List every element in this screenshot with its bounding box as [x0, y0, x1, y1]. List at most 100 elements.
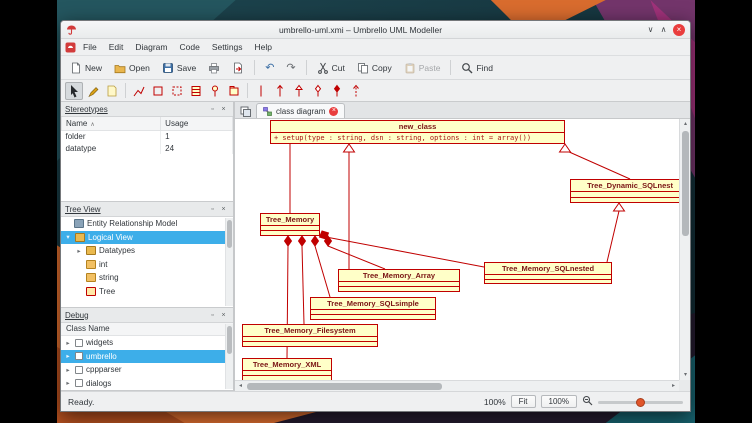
title-bar[interactable]: umbrello-uml.xmi – Umbrello UML Modeller…	[61, 21, 690, 39]
uml-class-tree-dynamic-sqlnest[interactable]: Tree_Dynamic_SQLnest	[570, 179, 679, 203]
dock-float-icon[interactable]: ▫	[207, 106, 218, 113]
dock-close-icon[interactable]: ×	[218, 106, 229, 113]
tool-generalization[interactable]	[290, 82, 308, 100]
debug-item-dialogs[interactable]: ▸ dialogs	[61, 377, 233, 391]
uml-class-tree-memory-sqlnested[interactable]: Tree_Memory_SQLnested	[484, 262, 612, 284]
tool-aggregation[interactable]	[309, 82, 327, 100]
tool-select[interactable]	[65, 82, 83, 100]
shade-button[interactable]: ∨	[644, 25, 657, 34]
tree-item-datatypes[interactable]: ▸ Datatypes	[61, 244, 233, 258]
uml-class-new-class[interactable]: new_class + setup(type : string, dsn : s…	[270, 120, 565, 144]
menu-settings[interactable]: Settings	[207, 41, 248, 53]
tool-association[interactable]	[252, 82, 270, 100]
uml-class-tree-memory-xml[interactable]: Tree_Memory_XML	[242, 358, 332, 380]
menu-help[interactable]: Help	[250, 41, 277, 53]
cut-button[interactable]: Cut	[312, 60, 350, 76]
menubar-app-icon	[65, 42, 76, 53]
zoom-value-button[interactable]: 100%	[541, 395, 577, 408]
open-button[interactable]: Open	[109, 60, 155, 76]
expander-open-icon[interactable]: ▾	[64, 233, 72, 241]
vertical-scroll-thumb[interactable]	[682, 131, 689, 236]
open-folder-icon	[114, 62, 126, 74]
new-button[interactable]: New	[65, 60, 107, 76]
expander-closed-icon[interactable]: ▸	[64, 366, 72, 374]
tool-composition[interactable]	[328, 82, 346, 100]
uml-class-tree-memory[interactable]: Tree_Memory	[260, 213, 320, 236]
checkbox[interactable]	[75, 339, 83, 347]
tool-line[interactable]	[130, 82, 148, 100]
horizontal-scrollbar[interactable]: ◂ ▸	[235, 380, 679, 391]
expander-closed-icon[interactable]: ▸	[64, 379, 72, 387]
checkbox[interactable]	[75, 379, 83, 387]
copy-button[interactable]: Copy	[352, 60, 397, 76]
expander-closed-icon[interactable]: ▸	[75, 247, 83, 255]
dock-close-icon[interactable]: ×	[218, 206, 229, 213]
tool-dependency[interactable]	[347, 82, 365, 100]
tree-view-scrollbar[interactable]	[225, 218, 233, 306]
expander-closed-icon[interactable]: ▸	[64, 339, 72, 347]
scroll-left-icon[interactable]: ◂	[235, 381, 246, 391]
expander-closed-icon[interactable]: ▸	[64, 352, 72, 360]
menu-file[interactable]: File	[78, 41, 102, 53]
tree-item-int[interactable]: int	[61, 258, 233, 272]
debug-column-header[interactable]: Class Name	[61, 323, 233, 336]
tool-note[interactable]	[103, 82, 121, 100]
table-row[interactable]: datatype24	[62, 142, 233, 154]
checkbox[interactable]	[75, 366, 83, 374]
tab-list-button[interactable]	[237, 104, 253, 118]
tab-close-button[interactable]: ×	[329, 107, 338, 116]
uml-class-tree-memory-sqlsimple[interactable]: Tree_Memory_SQLsimple	[310, 297, 436, 320]
debug-header[interactable]: Debug ▫ ×	[61, 308, 233, 323]
column-header-usage[interactable]: Usage	[161, 117, 233, 130]
tree-item-string[interactable]: string	[61, 271, 233, 285]
column-header-name[interactable]: Name∧	[62, 117, 161, 130]
tool-box[interactable]	[149, 82, 167, 100]
debug-item-cppparser[interactable]: ▸ cppparser	[61, 363, 233, 377]
tool-interface[interactable]	[206, 82, 224, 100]
zoom-out-icon[interactable]	[582, 395, 593, 408]
undo-button[interactable]: ↶	[260, 59, 279, 76]
checkbox[interactable]	[75, 352, 83, 360]
find-button[interactable]: Find	[456, 60, 498, 76]
tree-item-tree[interactable]: Tree	[61, 285, 233, 299]
tool-pencil[interactable]	[84, 82, 102, 100]
tree-item-entity-relationship-model[interactable]: Entity Relationship Model	[61, 217, 233, 231]
uml-class-tree-memory-array[interactable]: Tree_Memory_Array	[338, 269, 460, 292]
stereotypes-header[interactable]: Stereotypes ▫ ×	[61, 102, 233, 117]
close-button[interactable]: ×	[673, 24, 685, 36]
dock-float-icon[interactable]: ▫	[207, 206, 218, 213]
tree-view-header[interactable]: Tree View ▫ ×	[61, 202, 233, 217]
zoom-slider-handle[interactable]	[636, 398, 645, 407]
menu-diagram[interactable]: Diagram	[130, 41, 172, 53]
scroll-up-icon[interactable]: ▴	[680, 119, 691, 129]
tool-uni-association[interactable]	[271, 82, 289, 100]
export-button[interactable]	[227, 60, 249, 76]
print-button[interactable]	[203, 60, 225, 76]
tool-dashed-box[interactable]	[168, 82, 186, 100]
diagram-canvas[interactable]: new_class + setup(type : string, dsn : s…	[235, 119, 679, 380]
debug-item-widgets[interactable]: ▸ widgets	[61, 336, 233, 350]
menu-edit[interactable]: Edit	[104, 41, 129, 53]
fit-button[interactable]: Fit	[511, 395, 536, 408]
tab-class-diagram[interactable]: class diagram ×	[256, 103, 345, 118]
dock-close-icon[interactable]: ×	[218, 312, 229, 319]
tool-package[interactable]	[225, 82, 243, 100]
zoom-slider[interactable]	[598, 396, 683, 408]
uml-class-tree-memory-filesystem[interactable]: Tree_Memory_Filesystem	[242, 324, 378, 347]
scroll-right-icon[interactable]: ▸	[668, 381, 679, 391]
debug-item-umbrello[interactable]: ▸ umbrello	[61, 350, 233, 364]
dock-float-icon[interactable]: ▫	[207, 312, 218, 319]
vertical-scrollbar[interactable]: ▴ ▾	[679, 119, 690, 380]
horizontal-scroll-thumb[interactable]	[247, 383, 442, 390]
association-icon	[255, 84, 267, 98]
tree-item-logical-view[interactable]: ▾ Logical View	[61, 231, 233, 245]
table-row[interactable]: folder1	[62, 130, 233, 142]
paste-button[interactable]: Paste	[399, 60, 446, 76]
menu-code[interactable]: Code	[174, 41, 204, 53]
save-button[interactable]: Save	[157, 60, 201, 76]
tool-class[interactable]	[187, 82, 205, 100]
debug-scrollbar[interactable]	[225, 324, 233, 389]
scroll-down-icon[interactable]: ▾	[680, 370, 691, 380]
maximize-button[interactable]: ∧	[657, 25, 670, 34]
redo-button[interactable]: ↷	[281, 59, 300, 76]
